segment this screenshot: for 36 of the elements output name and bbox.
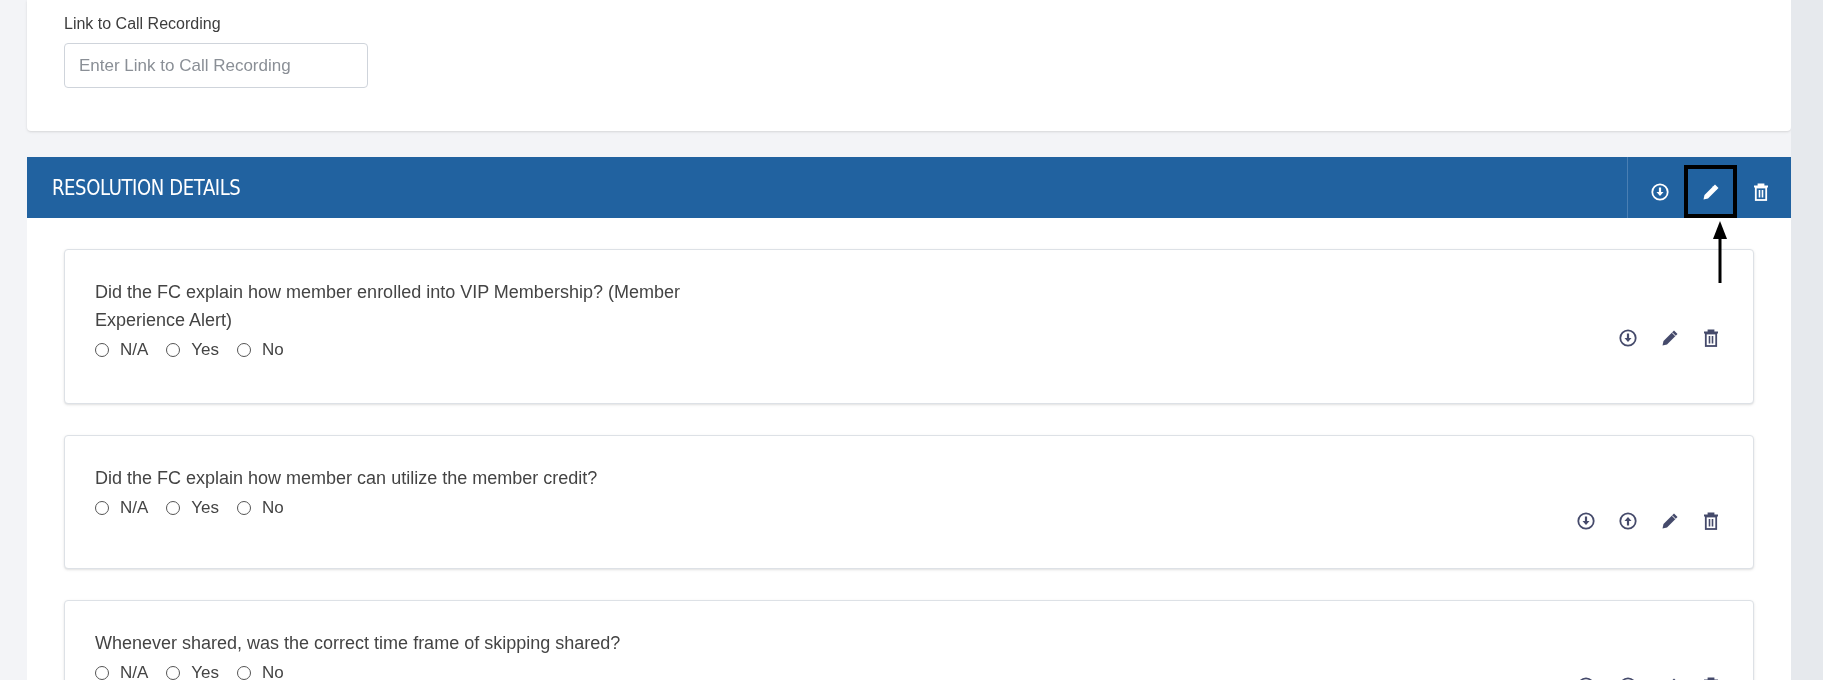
arrow-up-circle-icon[interactable] — [1619, 512, 1637, 530]
pencil-icon[interactable] — [1661, 512, 1679, 530]
option-label: N/A — [120, 498, 149, 518]
field-label: Link to Call Recording — [64, 14, 222, 34]
radio-button[interactable] — [95, 666, 109, 680]
pencil-icon — [1701, 182, 1720, 201]
trash-icon[interactable] — [1703, 329, 1719, 347]
option-label: Yes — [191, 340, 220, 360]
option-label: Yes — [191, 663, 220, 680]
radio-button[interactable] — [95, 501, 109, 515]
option-label: Yes — [191, 498, 220, 518]
arrow-down-circle-icon[interactable] — [1619, 329, 1637, 347]
radio-button[interactable] — [237, 343, 252, 357]
question-text: Whenever shared, was the correct time frame of skipping shared? — [95, 632, 622, 655]
radio-button[interactable] — [237, 666, 252, 680]
radio-button[interactable] — [95, 343, 109, 357]
option-label: N/A — [120, 663, 149, 680]
option-label: No — [262, 663, 284, 680]
option-label: N/A — [120, 340, 149, 360]
pencil-icon[interactable] — [1661, 329, 1679, 347]
pencil-button[interactable] — [1684, 165, 1737, 218]
input-field[interactable]: Enter Link to Call Recording — [64, 43, 368, 88]
trash-icon — [1753, 182, 1769, 201]
radio-button[interactable] — [237, 501, 252, 515]
radio-button[interactable] — [166, 501, 181, 515]
arrow-down-circle-icon[interactable] — [1577, 512, 1595, 530]
radio-button[interactable] — [166, 343, 181, 357]
question-text: Did the FC explain how member can utilize the member credit? — [95, 467, 599, 490]
trash-icon[interactable] — [1703, 512, 1719, 530]
radio-button[interactable] — [166, 666, 181, 680]
arrow-down-circle-icon — [1651, 182, 1669, 201]
section-title: RESOLUTION DETAILS — [52, 174, 242, 202]
annotation-arrow — [1713, 221, 1727, 283]
option-label: No — [262, 340, 284, 360]
option-label: No — [262, 498, 284, 518]
question-text: Did the FC explain how member enrolled into VIP Membership? (Member Experience Alert) — [95, 281, 681, 332]
